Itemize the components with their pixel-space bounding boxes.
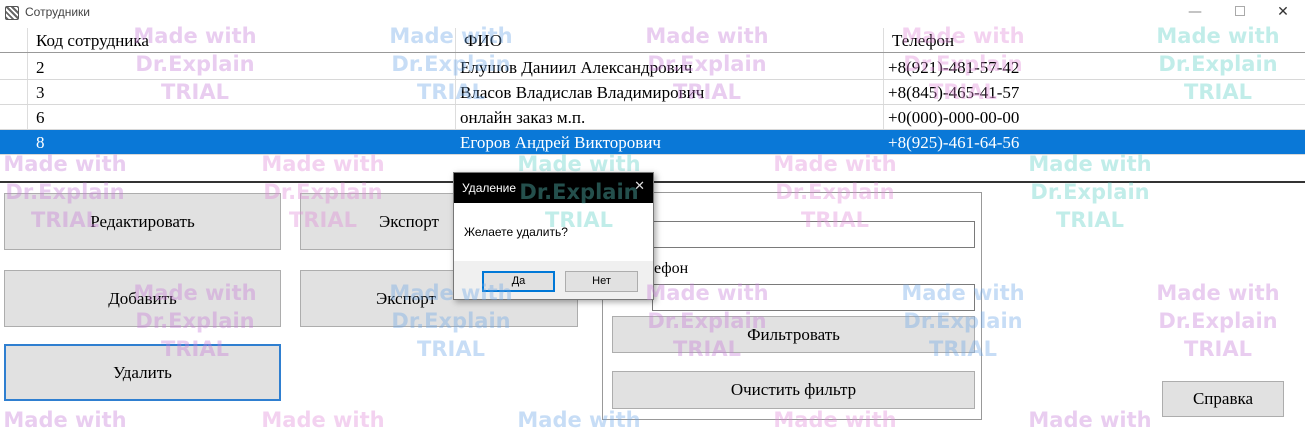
window-title: Сотрудники [25,5,90,19]
column-header-name[interactable]: ФИО [460,31,880,51]
column-header-code[interactable]: Код сотрудника [32,31,452,51]
cell-name: Егоров Андрей Викторович [460,133,661,152]
name-filter-input[interactable] [652,221,975,248]
table-row[interactable]: 2 Елушов Даниил Александрович +8(921)-48… [0,55,1305,80]
clear-filter-button[interactable]: Очистить фильтр [612,371,975,409]
grid-header-row: Код сотрудника ФИО Телефон [0,28,1305,53]
watermark-line: TRIAL [417,337,485,361]
table-row-selected[interactable]: 8 Егоров Андрей Викторович +8(925)-461-6… [0,130,1305,155]
cell-phone: +8(845)-465-41-57 [888,83,1020,102]
cell-code: 2 [36,58,45,77]
yes-button[interactable]: Да [482,271,555,292]
watermark-line: TRIAL [1184,337,1252,361]
cell-code: 6 [36,108,45,127]
cell-name: Елушов Даниил Александрович [460,58,693,77]
employees-grid[interactable]: Код сотрудника ФИО Телефон 2 Елушов Дани… [0,28,1305,183]
edit-button[interactable]: Редактировать [4,193,281,250]
cell-name: онлайн заказ м.п. [460,108,586,127]
cell-name: Власов Владислав Владимирович [460,83,705,102]
close-button[interactable]: ✕ [1263,2,1303,24]
column-header-phone[interactable]: Телефон [888,31,1288,51]
trial-watermark: Made with Dr.Explain TRIAL [1153,279,1283,363]
cell-phone: +0(000)-000-00-00 [888,108,1020,127]
dialog-title-bar: Удаление ✕ [454,173,653,203]
table-row[interactable]: 6 онлайн заказ м.п. +0(000)-000-00-00 [0,105,1305,130]
dialog-footer: Да Нет [454,261,653,299]
help-button[interactable]: Справка [1162,381,1284,417]
delete-confirm-dialog: Удаление ✕ Желаете удалить? Да Нет [453,172,654,300]
no-button[interactable]: Нет [565,271,638,292]
filter-button[interactable]: Фильтровать [612,316,975,353]
dialog-close-button[interactable]: ✕ [634,179,645,194]
watermark-line: TRIAL [1056,208,1124,232]
phone-filter-label: ефон [654,260,689,277]
cell-code: 3 [36,83,45,102]
dialog-title: Удаление [462,181,517,195]
cell-phone: +8(925)-461-64-56 [888,133,1020,152]
minimize-button[interactable]: — [1175,2,1215,24]
delete-button[interactable]: Удалить [4,344,281,401]
cell-code: 8 [36,133,45,152]
title-bar: Сотрудники — ✕ [0,0,1305,26]
phone-filter-input[interactable] [652,284,975,311]
maximize-button[interactable] [1220,2,1260,24]
table-row[interactable]: 3 Власов Владислав Владимирович +8(845)-… [0,80,1305,105]
maximize-icon [1235,6,1245,16]
dialog-message: Желаете удалить? [464,225,568,239]
add-button[interactable]: Добавить [4,270,281,327]
watermark-line: Dr.Explain [1158,309,1278,333]
cell-phone: +8(921)-481-57-42 [888,58,1020,77]
app-icon [5,6,19,20]
watermark-line: Made with [1156,281,1280,305]
